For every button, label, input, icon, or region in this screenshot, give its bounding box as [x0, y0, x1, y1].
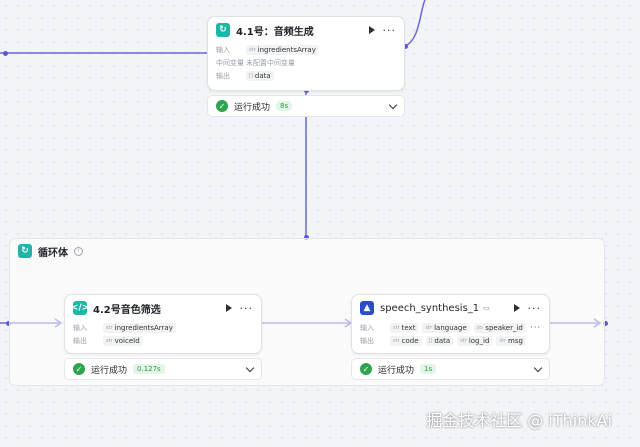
input-row: 输入 str text str language str speaker_id ···	[360, 322, 541, 333]
run-icon[interactable]	[368, 26, 375, 34]
output-row: 输出 [] data	[208, 69, 404, 82]
output-tag: str voiceId	[103, 335, 143, 346]
node-voice-filter[interactable]: </> 4.2号音色筛选 ··· 输入 str ingredientsArray …	[64, 294, 262, 354]
edge-top-out	[404, 0, 426, 47]
input-tag: str ingredientsArray	[246, 44, 319, 55]
more-icon[interactable]: ···	[528, 303, 542, 314]
check-icon: ✓	[216, 100, 228, 112]
info-icon[interactable]: i	[74, 246, 83, 256]
time-badge: 1s	[420, 364, 437, 374]
node-audio-generation[interactable]: ↻ 4.1号：音频生成 ··· 输入 str ingredientsArray 中…	[207, 16, 405, 91]
input-row: 输入 str ingredientsArray	[208, 43, 404, 56]
loop-icon: ↻	[216, 23, 230, 37]
status-bar-right[interactable]: ✓ 运行成功 1s	[351, 358, 550, 380]
node-speech-synthesis[interactable]: ▲ speech_synthesis_1 ▭ ··· 输入 str text st…	[351, 294, 550, 354]
chevron-down-icon[interactable]	[245, 363, 255, 372]
more-icon[interactable]: ···	[383, 25, 397, 36]
time-badge: 0.127s	[133, 364, 165, 374]
input-tag: str ingredientsArray	[103, 322, 176, 333]
check-icon: ✓	[73, 363, 85, 375]
chevron-down-icon[interactable]	[388, 100, 398, 109]
more-inputs-icon[interactable]: ···	[530, 323, 541, 332]
plugin-icon: ▭	[483, 304, 490, 312]
run-icon[interactable]	[513, 304, 520, 312]
status-bar-top[interactable]: ✓ 运行成功 8s	[207, 95, 405, 117]
input-row: 输入 str ingredientsArray	[65, 321, 261, 334]
output-tag: [] data	[246, 70, 274, 81]
check-icon: ✓	[360, 363, 372, 375]
run-icon[interactable]	[225, 304, 232, 312]
status-bar-left[interactable]: ✓ 运行成功 0.127s	[64, 358, 262, 380]
watermark: 掘金技术社区 @ iThinkAi	[426, 411, 612, 430]
output-row: 输出 str voiceId	[65, 334, 261, 347]
intermediate-row: 中间变量 未配置中间变量	[216, 58, 295, 67]
time-badge: 8s	[276, 101, 293, 111]
more-icon[interactable]: ···	[240, 303, 254, 314]
output-row: 输出 str code [] data str log_id str msg	[352, 334, 549, 347]
node-title: 4.1号：音频生成	[236, 26, 314, 38]
chevron-down-icon[interactable]	[533, 363, 543, 372]
port-top-in[interactable]	[3, 51, 8, 56]
speech-synthesis-icon: ▲	[360, 301, 374, 315]
code-icon: </>	[70, 301, 90, 315]
loop-icon: ↻	[18, 244, 32, 258]
